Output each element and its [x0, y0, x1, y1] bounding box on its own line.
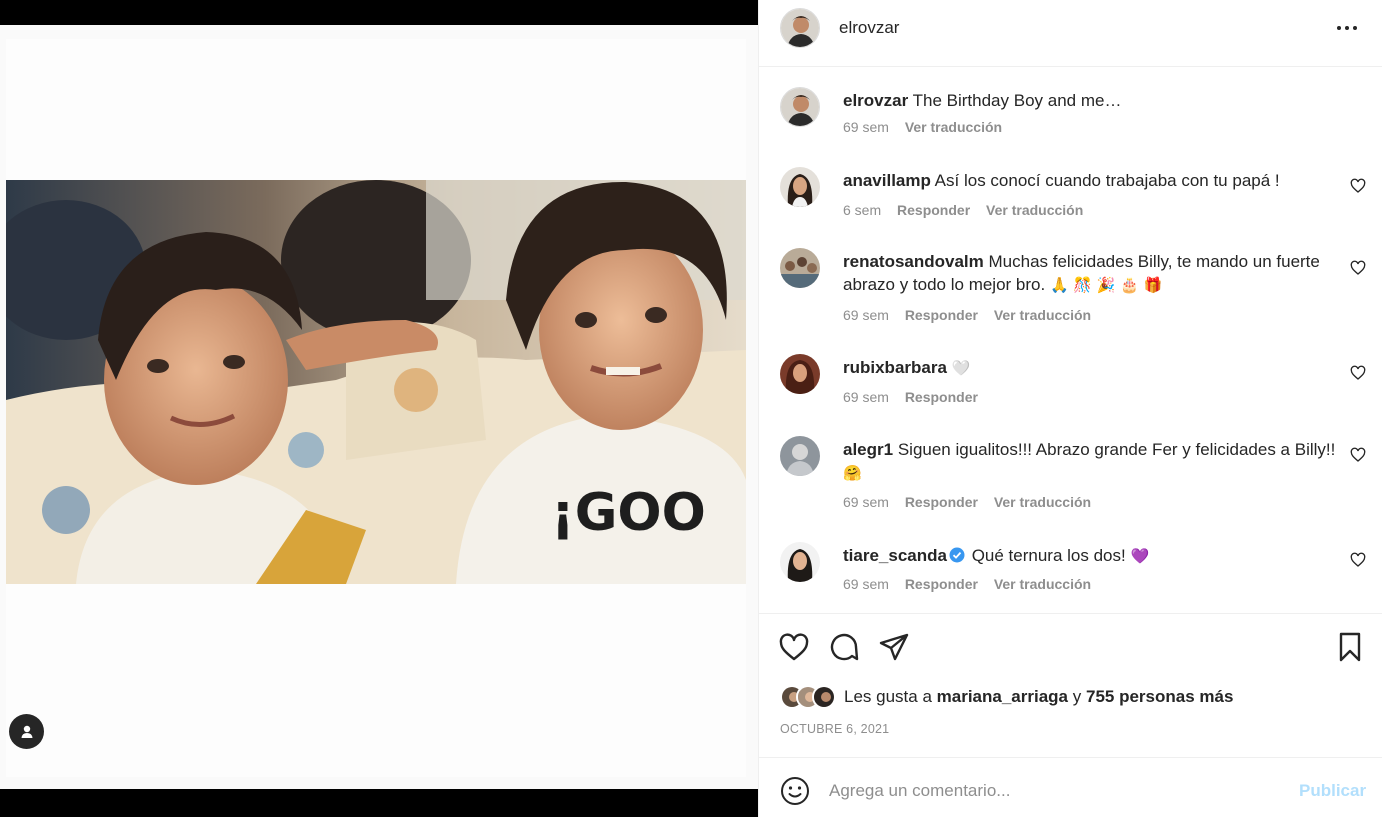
post-panel: elrovzar elrovzar The Birthday Boy and m…: [758, 0, 1382, 817]
translate-link[interactable]: Ver traducción: [994, 576, 1091, 592]
translate-link[interactable]: Ver traducción: [994, 307, 1091, 323]
likes-summary: Les gusta a mariana_arriaga y 755 person…: [780, 684, 1233, 710]
commenter-avatar[interactable]: [780, 436, 820, 476]
like-comment-heart-icon[interactable]: [1350, 365, 1366, 381]
comment-text: Siguen igualitos!!! Abrazo grande Fer y …: [897, 440, 1336, 459]
post-header: elrovzar: [759, 0, 1382, 67]
tagged-users-button[interactable]: [9, 714, 44, 749]
comment-emoji: 🤗: [843, 464, 862, 482]
author-username[interactable]: elrovzar: [839, 18, 899, 38]
user-icon: [21, 725, 32, 738]
comments-list[interactable]: elrovzar The Birthday Boy and me… 69 sem…: [759, 67, 1382, 613]
likes-count-link[interactable]: 755 personas más: [1086, 687, 1233, 706]
likes-prefix: Les gusta a: [844, 687, 932, 706]
commenter-avatar[interactable]: [780, 542, 820, 582]
post-date[interactable]: OCTUBRE 6, 2021: [780, 722, 889, 736]
comment-body: rubixbarbara 🤍: [843, 356, 1339, 380]
liker-username-link[interactable]: mariana_arriaga: [937, 687, 1068, 706]
commenter-avatar[interactable]: [780, 248, 820, 288]
post-photo-image: ¡GOO: [6, 180, 746, 584]
caption-time[interactable]: 69 sem: [843, 119, 889, 135]
comment-username[interactable]: anavillamp: [843, 171, 931, 190]
caption-avatar[interactable]: [780, 87, 820, 127]
comment-meta: 6 sem Responder Ver traducción: [843, 202, 1095, 218]
comment-body: anavillamp Así los conocí cuando trabaja…: [843, 169, 1339, 192]
likes-text: Les gusta a mariana_arriaga y 755 person…: [844, 687, 1233, 707]
more-horizontal-icon[interactable]: [1335, 18, 1359, 38]
comment-input[interactable]: [829, 776, 1279, 806]
comment-username[interactable]: tiare_scanda: [843, 546, 947, 565]
comment-text: Qué ternura los dos!: [971, 546, 1126, 565]
like-comment-heart-icon[interactable]: [1350, 447, 1366, 463]
comment-username[interactable]: renatosandovalm: [843, 252, 984, 271]
post-photo[interactable]: ¡GOO: [6, 180, 746, 584]
reply-button[interactable]: Responder: [905, 307, 978, 323]
comment-emoji: 🤍: [951, 359, 971, 377]
comment-body: alegr1 Siguen igualitos!!! Abrazo grande…: [843, 438, 1339, 485]
comment-emoji: 💜: [1130, 547, 1150, 565]
comment-bubble-icon[interactable]: [828, 631, 860, 663]
post-media: ¡GOO: [0, 0, 758, 817]
publish-button[interactable]: Publicar: [1299, 781, 1366, 801]
emoji-picker-icon[interactable]: [780, 776, 810, 806]
commenter-avatar[interactable]: [780, 354, 820, 394]
comment-meta: 69 sem Responder Ver traducción: [843, 576, 1103, 592]
comment-body: tiare_scanda Qué ternura los dos! 💜: [843, 544, 1339, 568]
like-comment-heart-icon[interactable]: [1350, 552, 1366, 568]
comment-body: renatosandovalm Muchas felicidades Billy…: [843, 250, 1339, 297]
post-actions: Les gusta a mariana_arriaga y 755 person…: [759, 613, 1382, 757]
like-comment-heart-icon[interactable]: [1350, 178, 1366, 194]
like-heart-icon[interactable]: [778, 631, 810, 663]
comment-time[interactable]: 69 sem: [843, 389, 889, 405]
caption-username[interactable]: elrovzar: [843, 91, 908, 110]
comment-username[interactable]: rubixbarbara: [843, 358, 947, 377]
comment-username[interactable]: alegr1: [843, 440, 893, 459]
caption-translate-link[interactable]: Ver traducción: [905, 119, 1002, 135]
translate-link[interactable]: Ver traducción: [994, 494, 1091, 510]
like-comment-heart-icon[interactable]: [1350, 260, 1366, 276]
reply-button[interactable]: Responder: [905, 576, 978, 592]
commenter-avatar[interactable]: [780, 167, 820, 207]
comment-meta: 69 sem Responder Ver traducción: [843, 494, 1103, 510]
comment-meta: 69 sem Responder: [843, 389, 990, 405]
add-comment-bar: Publicar: [759, 757, 1382, 817]
liker-avatar: [812, 685, 836, 709]
save-bookmark-icon[interactable]: [1334, 631, 1366, 663]
verified-badge-icon: [949, 547, 965, 563]
likes-joiner: y: [1072, 687, 1082, 706]
reply-button[interactable]: Responder: [897, 202, 970, 218]
author-avatar[interactable]: [780, 8, 820, 48]
caption-meta: 69 sem Ver traducción: [843, 119, 1014, 135]
comment-time[interactable]: 6 sem: [843, 202, 881, 218]
share-send-icon[interactable]: [878, 631, 910, 663]
comment-time[interactable]: 69 sem: [843, 307, 889, 323]
reply-button[interactable]: Responder: [905, 389, 978, 405]
comment-text: Así los conocí cuando trabajaba con tu p…: [934, 171, 1280, 190]
comment-meta: 69 sem Responder Ver traducción: [843, 307, 1103, 323]
caption-text: The Birthday Boy and me…: [912, 91, 1122, 110]
caption-body: elrovzar The Birthday Boy and me…: [843, 89, 1339, 112]
comment-emoji: 🙏 🎊 🎉 🎂 🎁: [1049, 276, 1163, 294]
reply-button[interactable]: Responder: [905, 494, 978, 510]
translate-link[interactable]: Ver traducción: [986, 202, 1083, 218]
comment-time[interactable]: 69 sem: [843, 494, 889, 510]
comment-time[interactable]: 69 sem: [843, 576, 889, 592]
shirt-print-text: ¡GOO: [551, 483, 706, 543]
